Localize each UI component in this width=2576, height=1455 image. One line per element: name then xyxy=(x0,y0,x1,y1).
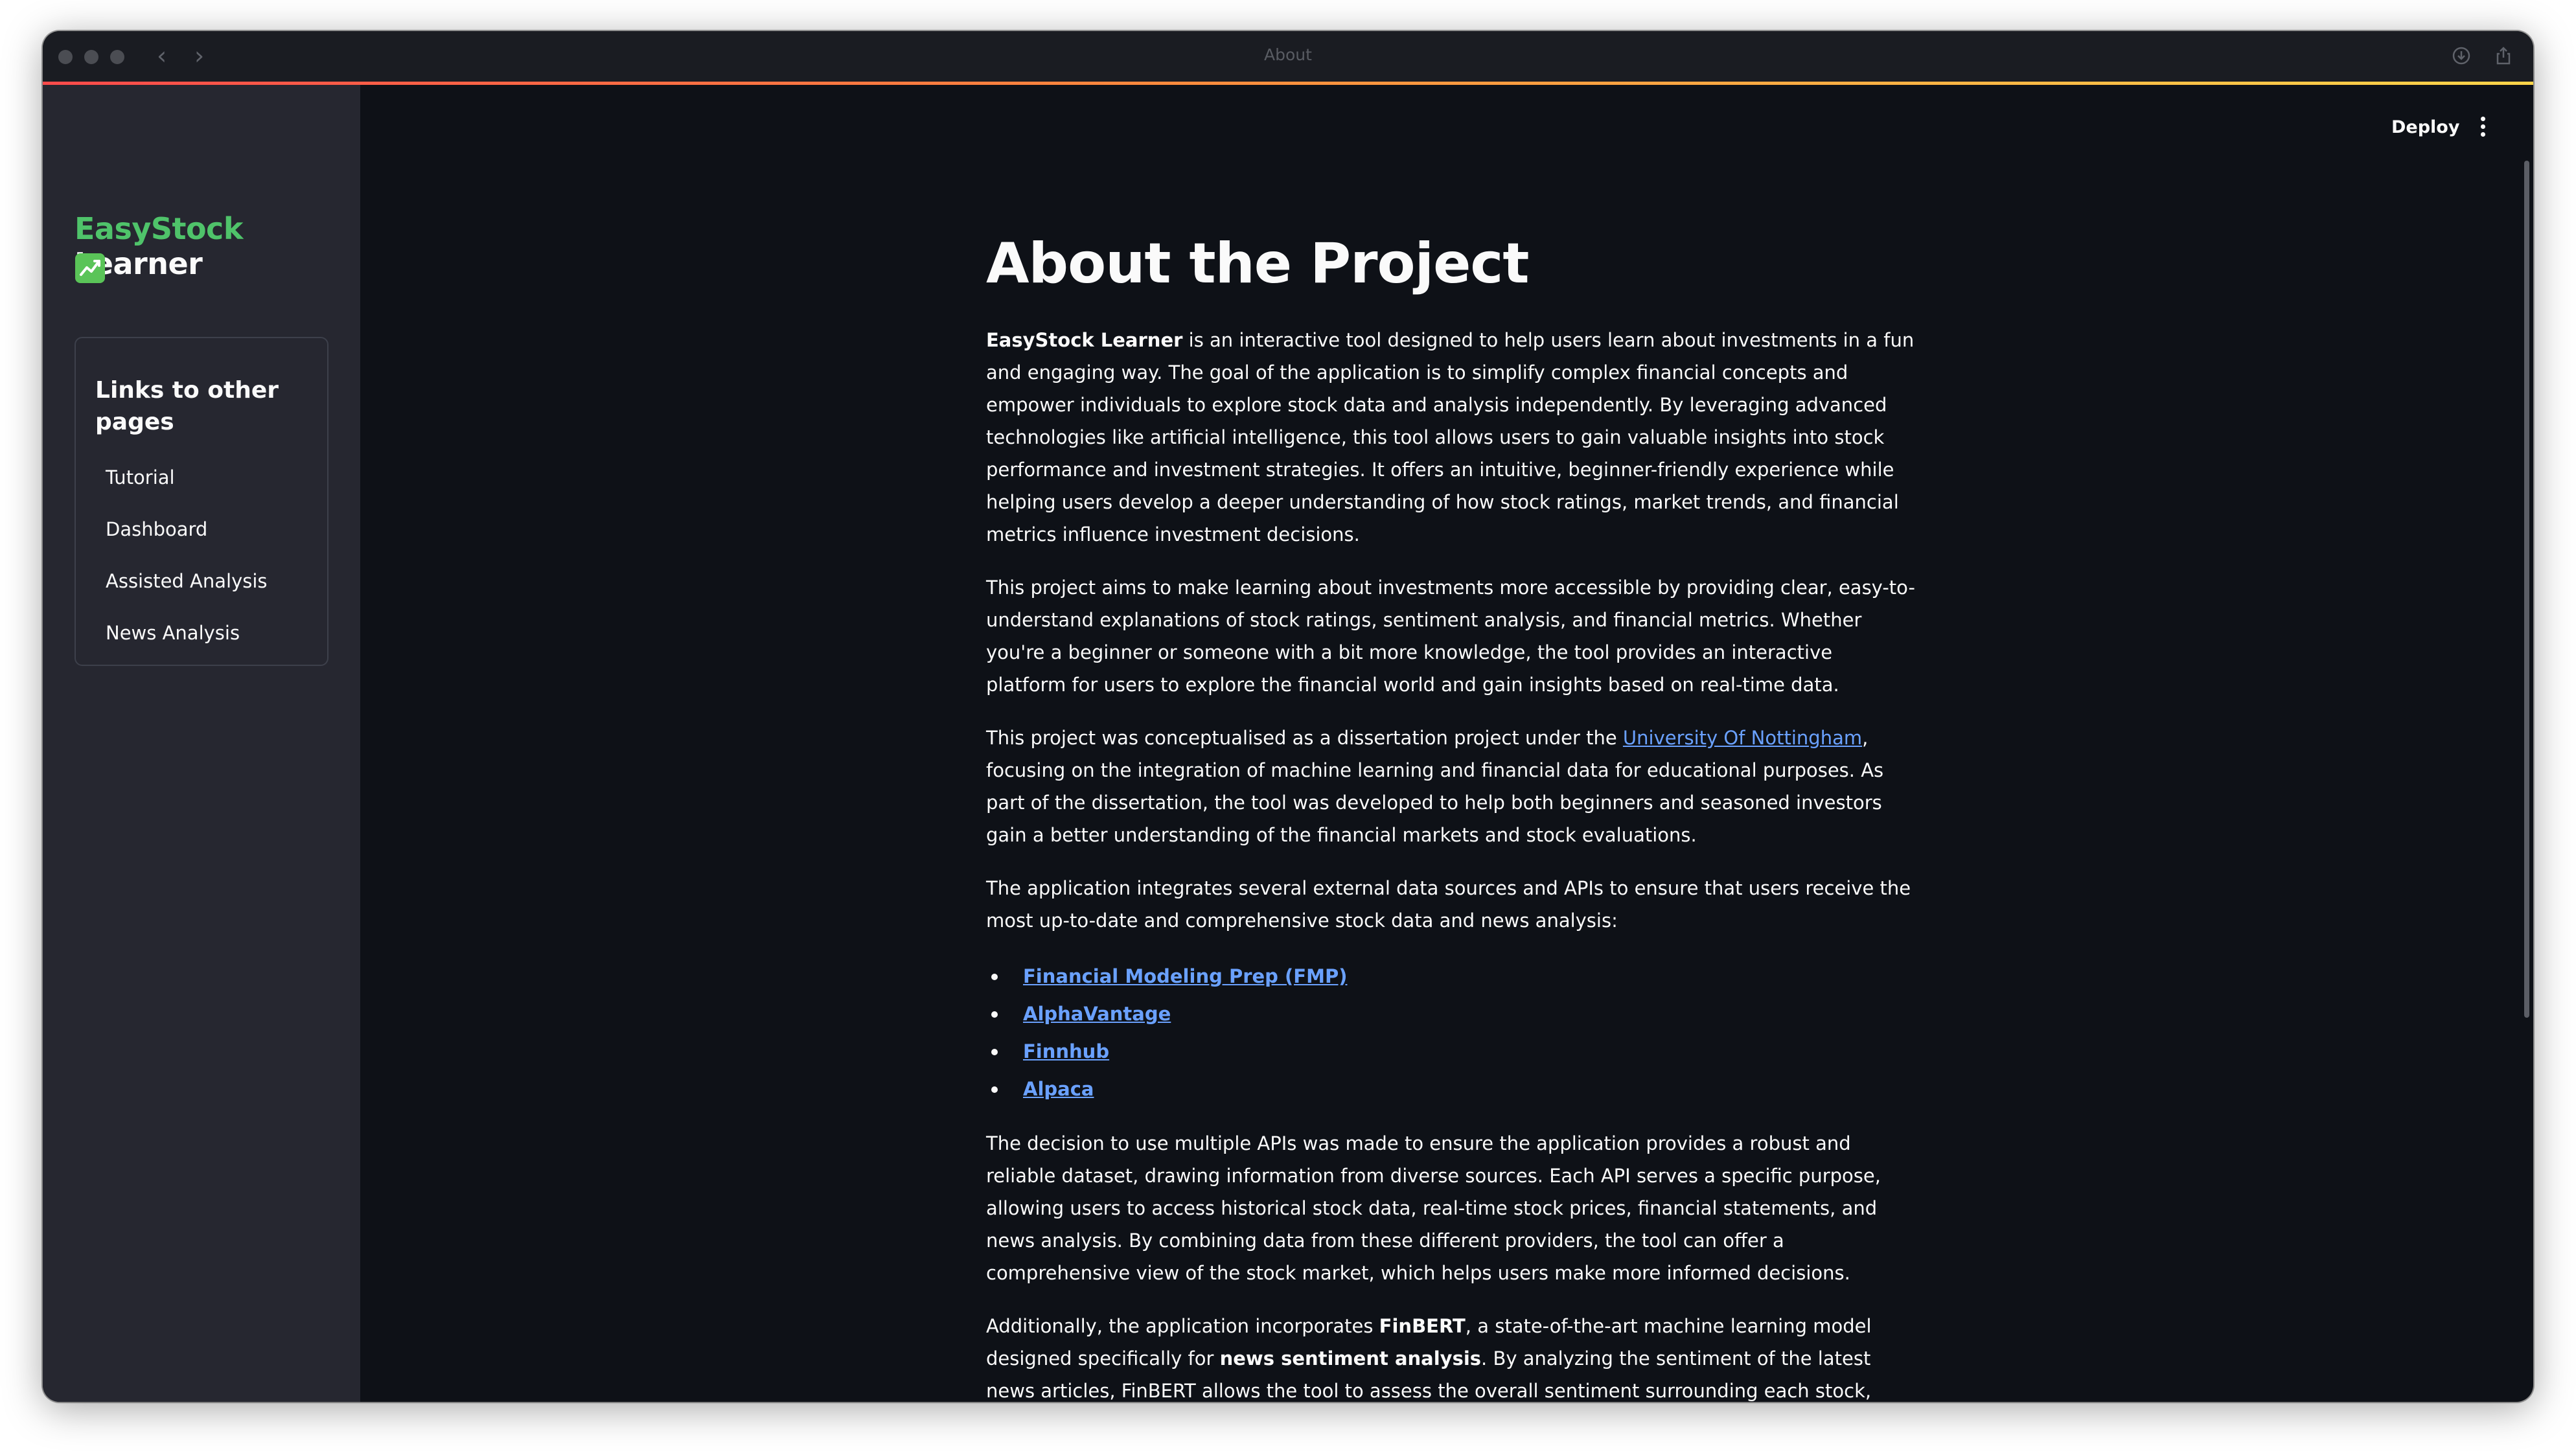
app-brand: EasyStock Learner xyxy=(75,211,360,281)
multiple-apis-paragraph: The decision to use multiple APIs was ma… xyxy=(986,1132,1881,1284)
title-bar: ‹ › About xyxy=(43,31,2533,82)
share-icon[interactable] xyxy=(2493,45,2514,66)
finbert-bold: FinBERT xyxy=(1379,1315,1466,1337)
finnhub-link[interactable]: Finnhub xyxy=(1023,1040,1109,1062)
app-name-bold: EasyStock Learner xyxy=(986,329,1183,351)
main-menu-icon[interactable] xyxy=(2479,117,2486,139)
chart-increasing-icon xyxy=(75,253,105,283)
alpaca-link[interactable]: Alpaca xyxy=(1023,1078,1094,1100)
app-window: ‹ › About EasyStock Learner Links to oth… xyxy=(43,31,2533,1402)
aims-paragraph: This project aims to make learning about… xyxy=(986,577,1915,696)
page-links-panel: Links to other pages Tutorial Dashboard … xyxy=(75,337,328,666)
brand-name-accent: EasyStock xyxy=(75,211,243,246)
sidebar-item-tutorial[interactable]: Tutorial xyxy=(106,466,175,488)
scrollbar[interactable] xyxy=(2524,161,2529,1018)
window-title: About xyxy=(1264,45,1312,64)
fmp-link[interactable]: Financial Modeling Prep (FMP) xyxy=(1023,965,1347,987)
intro-paragraph: EasyStock Learner is an interactive tool… xyxy=(986,329,1915,545)
page-title: About the Project xyxy=(986,231,1530,296)
header-decoration-bar xyxy=(43,82,2533,85)
list-item: Finnhub xyxy=(986,1033,1916,1070)
api-list: Financial Modeling Prep (FMP) AlphaVanta… xyxy=(986,957,1916,1108)
dissertation-paragraph: This project was conceptualised as a dis… xyxy=(986,727,1884,846)
sentiment-analysis-bold: news sentiment analysis xyxy=(1219,1347,1482,1369)
sidebar-item-news-analysis[interactable]: News Analysis xyxy=(106,622,240,644)
alphavantage-link[interactable]: AlphaVantage xyxy=(1023,1003,1171,1025)
main-content: About the Project EasyStock Learner is a… xyxy=(986,228,1916,1402)
download-icon[interactable] xyxy=(2451,45,2472,66)
links-heading: Links to other pages xyxy=(95,377,279,435)
data-sources-paragraph: The application integrates several exter… xyxy=(986,877,1911,932)
sidebar-item-assisted-analysis[interactable]: Assisted Analysis xyxy=(106,570,268,592)
sidebar: EasyStock Learner Links to other pages T… xyxy=(43,85,360,1402)
list-item: Alpaca xyxy=(986,1070,1916,1108)
list-item: AlphaVantage xyxy=(986,995,1916,1033)
list-item: Financial Modeling Prep (FMP) xyxy=(986,957,1916,995)
sidebar-item-dashboard[interactable]: Dashboard xyxy=(106,518,207,540)
deploy-button[interactable]: Deploy xyxy=(2391,117,2459,137)
university-link[interactable]: University Of Nottingham xyxy=(1623,727,1862,749)
finbert-paragraph: Additionally, the application incorporat… xyxy=(986,1315,1872,1402)
